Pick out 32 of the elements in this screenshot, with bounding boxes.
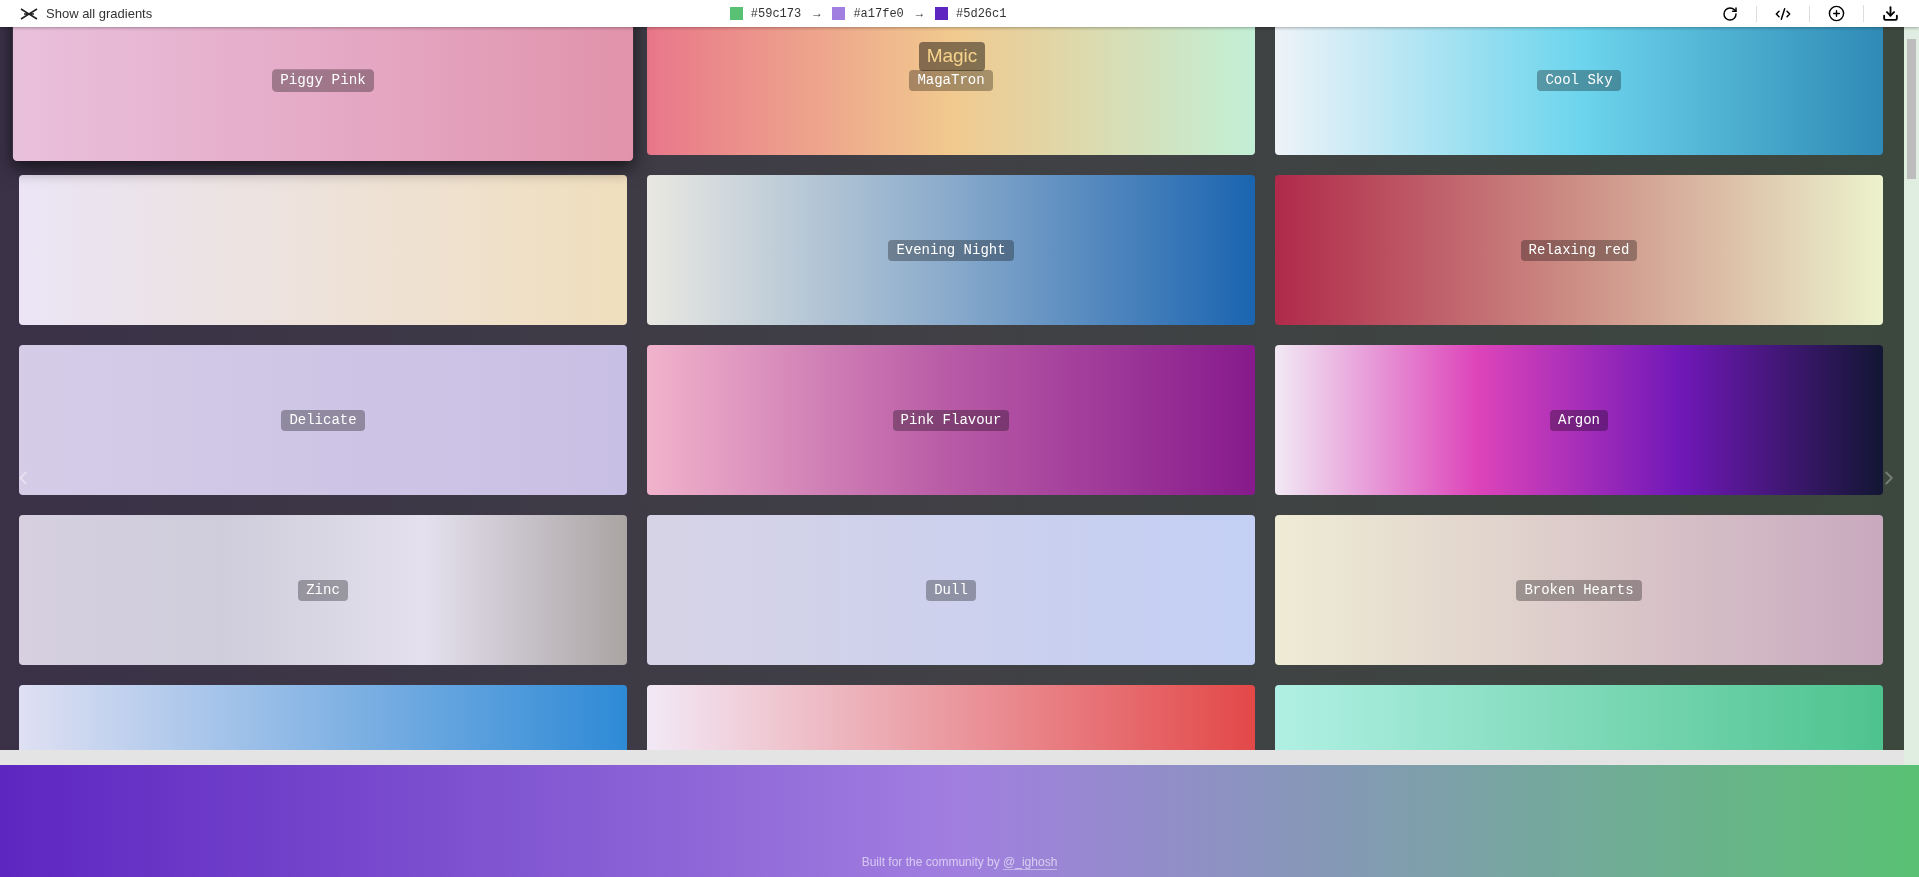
gradient-card[interactable]: Pink Flavour <box>647 345 1255 495</box>
gradient-name: Broken Hearts <box>1516 579 1642 601</box>
gradient-name: MagaTron <box>909 69 993 91</box>
gradient-card[interactable]: Zinc <box>19 515 627 665</box>
arrow-sign: → <box>813 5 821 23</box>
gradient-card[interactable]: Piggy Pink <box>12 27 634 161</box>
show-all-button[interactable]: Show all gradients <box>20 3 153 24</box>
author-link[interactable]: @_ighosh <box>1003 855 1058 870</box>
gradient-name: Relaxing red <box>1520 239 1638 261</box>
gradient-card[interactable]: Dull <box>647 515 1255 665</box>
scrollbar-thumb[interactable] <box>1907 39 1916 179</box>
gradient-card[interactable]: Cool Sky <box>1275 27 1883 155</box>
gradient-card[interactable]: Argon <box>1275 345 1883 495</box>
arrow-sign: → <box>915 5 924 23</box>
hex-code: #59c173 <box>750 5 802 23</box>
gradient-card[interactable]: Relaxing red <box>1275 175 1883 325</box>
gradient-name: Piggy Pink <box>272 68 374 92</box>
arrows-icon <box>20 7 38 20</box>
gradient-card[interactable]: Delicate <box>19 345 627 495</box>
gradient-name: Pink Flavour <box>892 409 1010 431</box>
gradient-name: Zinc <box>298 579 348 601</box>
gradient-name: Argon <box>1550 409 1608 431</box>
hex-code: #a17fe0 <box>853 5 904 23</box>
gradient-card[interactable]: Broken Hearts <box>1275 515 1883 665</box>
gradient-name: Cool Sky <box>1537 69 1621 91</box>
gradient-name: Evening Night <box>888 239 1014 261</box>
hex-code: #5d26c1 <box>956 5 1007 23</box>
gallery-title: Magic <box>918 42 986 71</box>
gradient-name: Delicate <box>281 409 365 431</box>
gradient-name: Dull <box>926 579 976 601</box>
footer-text: Built for the community by @_ighosh <box>861 854 1058 871</box>
gradient-card[interactable]: Evening Night <box>647 175 1255 325</box>
